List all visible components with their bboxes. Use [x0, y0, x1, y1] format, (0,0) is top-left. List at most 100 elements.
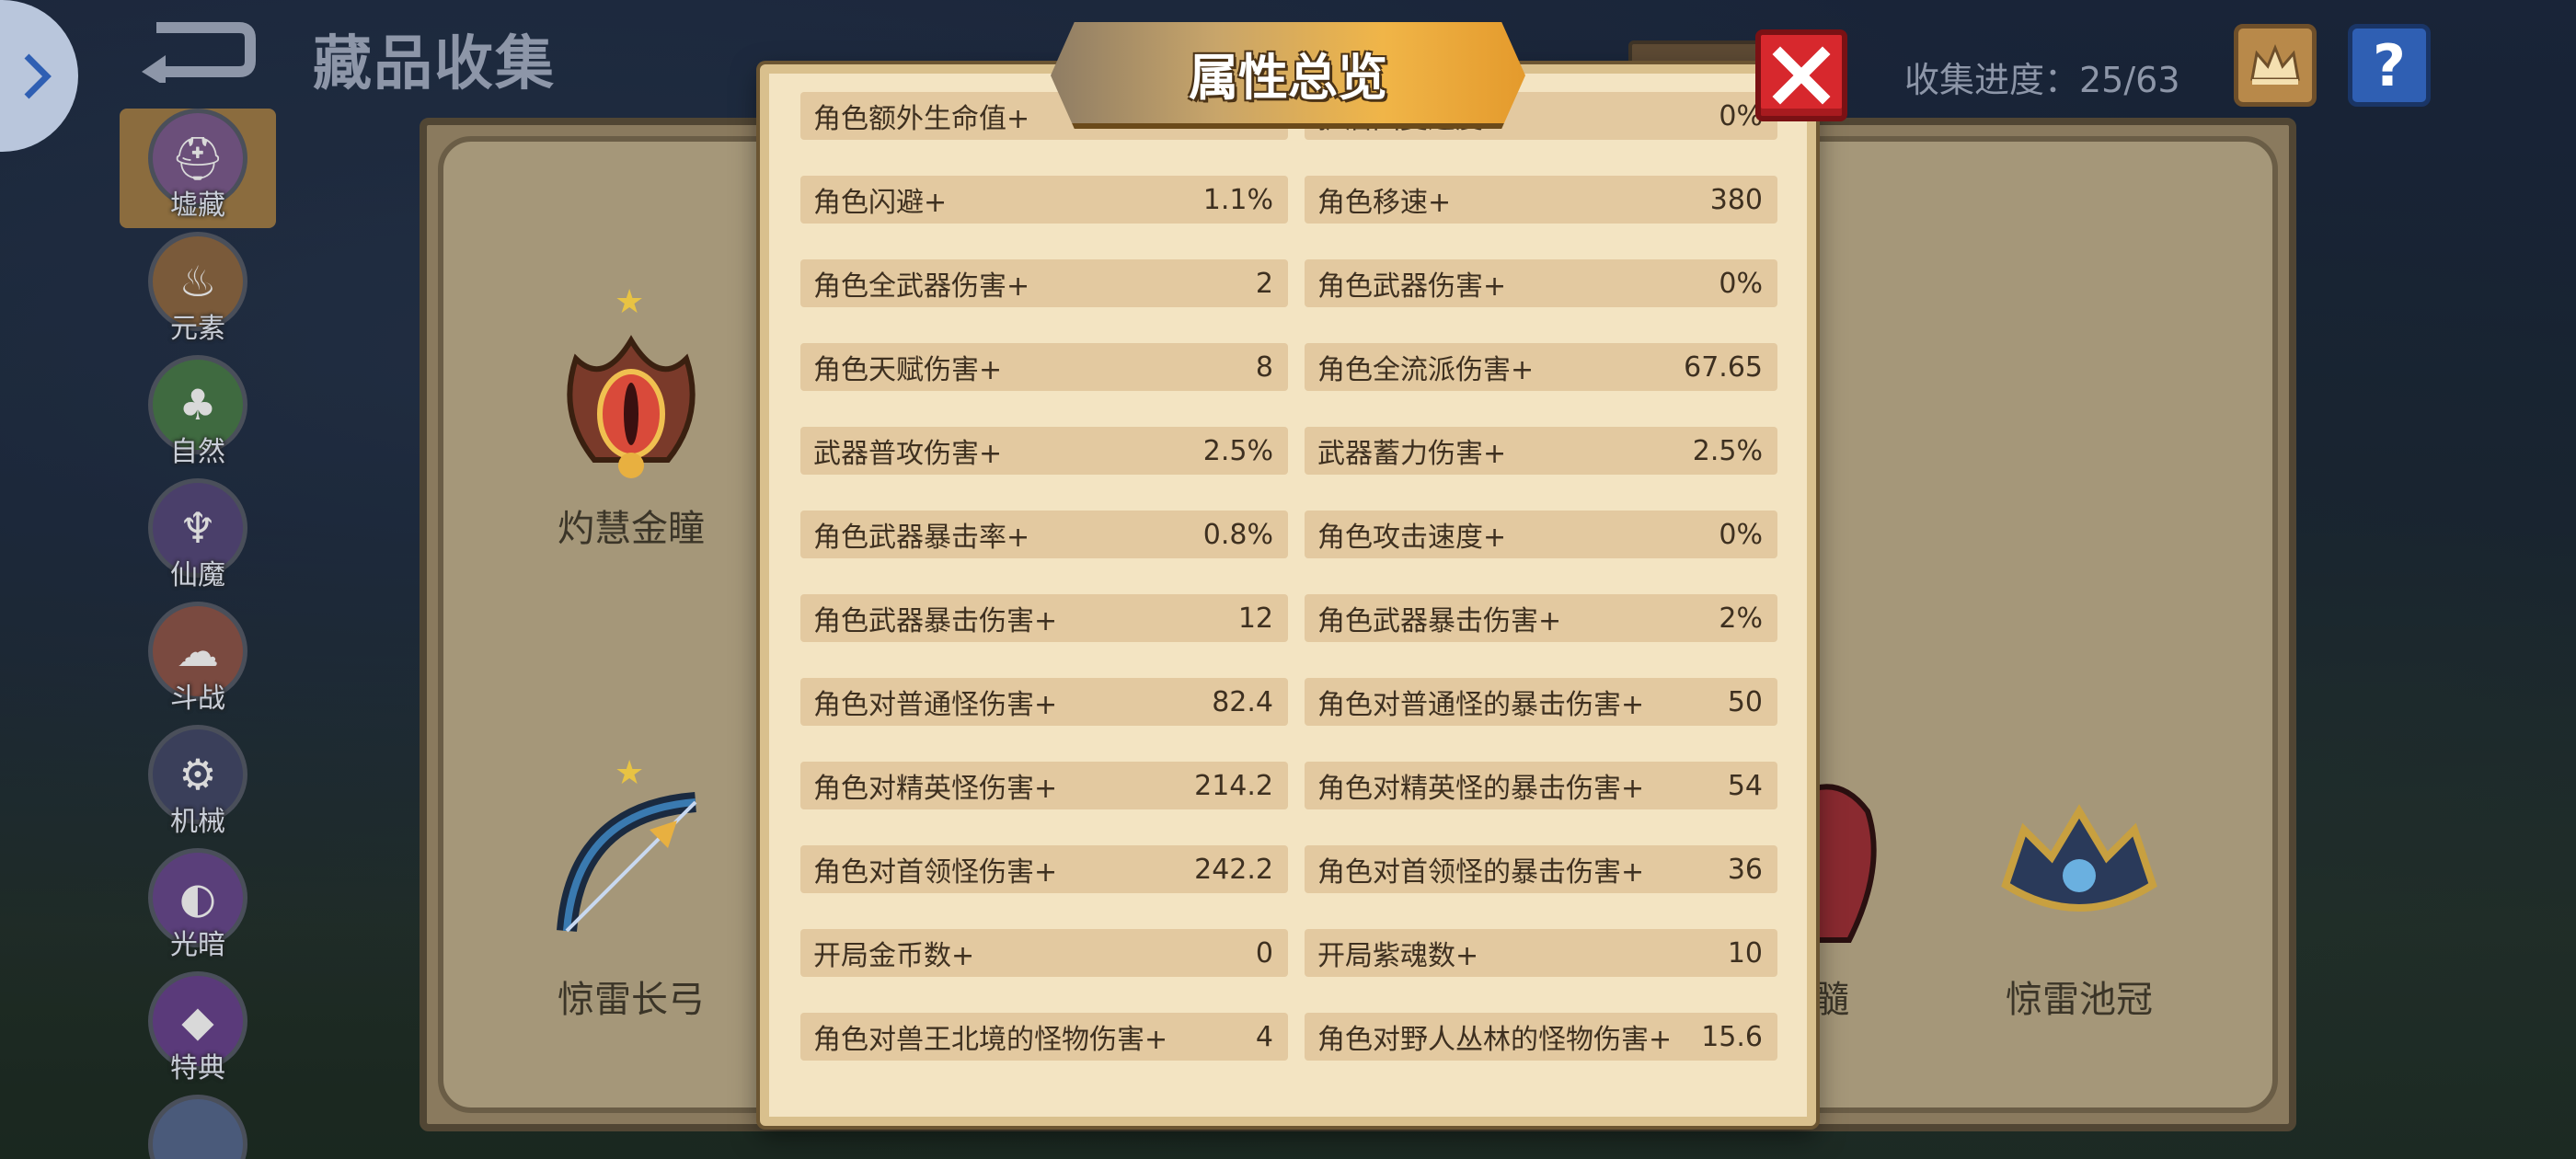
category-tab-2[interactable]: ♣ 自然: [120, 355, 276, 475]
category-tab-6[interactable]: ◐ 光暗: [120, 848, 276, 968]
attribute-cell: 角色对精英怪的暴击伤害+ 54: [1305, 762, 1777, 809]
attribute-label: 开局紫魂数+: [1317, 940, 1479, 972]
attribute-cell: 角色武器暴击率+ 0.8%: [800, 511, 1288, 558]
attribute-row: 角色对兽王北境的怪物伤害+ 4 角色对野人丛林的怪物伤害+ 15.6: [800, 1013, 1777, 1061]
category-label: 特典: [170, 1052, 225, 1084]
attribute-cell: 开局金币数+ 0: [800, 929, 1288, 977]
attribute-cell: 角色武器伤害+ 0%: [1305, 259, 1777, 307]
attribute-value: 67.65: [1684, 350, 1763, 384]
attribute-value: 2.5%: [1202, 434, 1273, 467]
category-tab-1[interactable]: ♨ 元素: [120, 232, 276, 351]
golden-eye-icon: [539, 304, 723, 488]
item-name: 灼慧金瞳: [558, 508, 705, 550]
attribute-cell: 角色对精英怪伤害+ 214.2: [800, 762, 1288, 809]
attribute-value: 0.8%: [1202, 518, 1273, 551]
category-label: 自然: [170, 436, 225, 468]
attribute-label: 角色武器伤害+: [1317, 270, 1507, 303]
attribute-value: 2%: [1719, 602, 1763, 635]
attribute-cell: 武器蓄力伤害+ 2.5%: [1305, 427, 1777, 475]
game-screen: 藏品收集 收集进度：25/63 ? ⛑ 墟藏 ♨ 元素 ♣ 自然 ♆ 仙魔 ☁: [0, 0, 2576, 1159]
category-tab-0[interactable]: ⛑ 墟藏: [120, 109, 276, 228]
attribute-row: 开局金币数+ 0 开局紫魂数+ 10: [800, 929, 1777, 977]
attribute-row: 角色闪避+ 1.1% 角色移速+ 380: [800, 176, 1777, 224]
attribute-label: 角色攻击速度+: [1317, 522, 1507, 554]
attribute-label: 开局金币数+: [813, 940, 975, 972]
attribute-value: 82.4: [1212, 685, 1273, 718]
attribute-cell: 角色闪避+ 1.1%: [800, 176, 1288, 224]
attribute-cell: 角色全流派伤害+ 67.65: [1305, 343, 1777, 391]
category-label: 机械: [170, 806, 225, 838]
attribute-value: 54: [1727, 769, 1763, 802]
collection-item[interactable]: ★ 灼慧金瞳: [512, 283, 751, 552]
attribute-label: 角色对兽王北境的怪物伤害+: [813, 1024, 1168, 1056]
category-tab-8[interactable]: [120, 1095, 276, 1159]
attribute-cell: 角色天赋伤害+ 8: [800, 343, 1288, 391]
attribute-label: 角色对普通怪的暴击伤害+: [1317, 689, 1645, 721]
attribute-label: 角色对首领怪伤害+: [813, 856, 1058, 889]
category-tab-4[interactable]: ☁ 斗战: [120, 602, 276, 721]
attribute-value: 10: [1727, 936, 1763, 970]
page-title: 藏品收集: [313, 30, 556, 98]
attribute-label: 角色对普通怪伤害+: [813, 689, 1058, 721]
attribute-value: 36: [1727, 853, 1763, 886]
attribute-row: 武器普攻伤害+ 2.5% 武器蓄力伤害+ 2.5%: [800, 427, 1777, 475]
attribute-cell: 角色武器暴击伤害+ 12: [800, 594, 1288, 642]
category-tab-5[interactable]: ⚙ 机械: [120, 725, 276, 844]
category-label: 斗战: [170, 683, 225, 715]
thunder-crown-icon: [1987, 775, 2171, 958]
attribute-value: 12: [1237, 602, 1273, 635]
attribute-label: 角色武器暴击伤害+: [1317, 605, 1562, 637]
attribute-label: 角色对首领怪的暴击伤害+: [1317, 856, 1645, 889]
attribute-value: 2.5%: [1692, 434, 1763, 467]
attribute-value: 214.2: [1194, 769, 1273, 802]
star-icon: ★: [615, 754, 645, 792]
close-icon: [1772, 46, 1831, 105]
attribute-cell: 角色对首领怪的暴击伤害+ 36: [1305, 845, 1777, 893]
collection-item[interactable]: 惊雷池冠: [1960, 775, 2199, 1023]
question-mark-icon: ?: [2373, 31, 2406, 99]
attribute-row: 角色对普通怪伤害+ 82.4 角色对普通怪的暴击伤害+ 50: [800, 678, 1777, 726]
attribute-value: 0%: [1719, 518, 1763, 551]
attribute-value: 0: [1255, 936, 1273, 970]
attribute-label: 角色额外生命值+: [813, 103, 1030, 135]
category-label: 仙魔: [170, 559, 225, 591]
help-button[interactable]: ?: [2348, 24, 2431, 107]
attribute-label: 角色全流派伤害+: [1317, 354, 1535, 386]
attribute-label: 角色对野人丛林的怪物伤害+: [1317, 1024, 1673, 1056]
attribute-cell: 角色对野人丛林的怪物伤害+ 15.6: [1305, 1013, 1777, 1061]
attribute-label: 角色天赋伤害+: [813, 354, 1003, 386]
attribute-row: 角色天赋伤害+ 8 角色全流派伤害+ 67.65: [800, 343, 1777, 391]
attribute-value: 50: [1727, 685, 1763, 718]
attribute-row: 角色武器暴击率+ 0.8% 角色攻击速度+ 0%: [800, 511, 1777, 558]
category-tab-3[interactable]: ♆ 仙魔: [120, 478, 276, 598]
star-icon: ★: [615, 283, 645, 321]
modal-title: 属性总览: [1189, 48, 1387, 107]
category-label: 元素: [170, 313, 225, 345]
thunder-bow-icon: [539, 775, 723, 958]
attribute-value: 4: [1255, 1020, 1273, 1053]
attribute-row: 角色武器暴击伤害+ 12 角色武器暴击伤害+ 2%: [800, 594, 1777, 642]
attribute-row: 角色全武器伤害+ 2 角色武器伤害+ 0%: [800, 259, 1777, 307]
collection-item[interactable]: ★ 惊雷长弓: [512, 754, 751, 1023]
partial-category-icon: [148, 1095, 247, 1159]
attribute-label: 角色闪避+: [813, 187, 948, 219]
attribute-cell: 角色移速+ 380: [1305, 176, 1777, 224]
attribute-label: 角色全武器伤害+: [813, 270, 1030, 303]
attribute-cell: 角色对普通怪伤害+ 82.4: [800, 678, 1288, 726]
attribute-cell: 角色对首领怪伤害+ 242.2: [800, 845, 1288, 893]
modal-title-banner: 属性总览: [1051, 22, 1525, 129]
attribute-value: 2: [1255, 267, 1273, 300]
attribute-label: 角色移速+: [1317, 187, 1452, 219]
attribute-label: 角色武器暴击率+: [813, 522, 1030, 554]
attribute-value: 8: [1255, 350, 1273, 384]
category-tab-7[interactable]: ◆ 特典: [120, 971, 276, 1091]
attribute-cell: 角色武器暴击伤害+ 2%: [1305, 594, 1777, 642]
attribute-cell: 武器普攻伤害+ 2.5%: [800, 427, 1288, 475]
close-button[interactable]: [1755, 29, 1847, 121]
crown-icon: [2250, 43, 2300, 85]
back-button[interactable]: [138, 17, 258, 86]
attribute-cell: 角色攻击速度+ 0%: [1305, 511, 1777, 558]
crown-button[interactable]: [2234, 24, 2317, 107]
category-label: 墟藏: [170, 189, 225, 222]
item-name: 惊雷池冠: [2006, 979, 2153, 1021]
